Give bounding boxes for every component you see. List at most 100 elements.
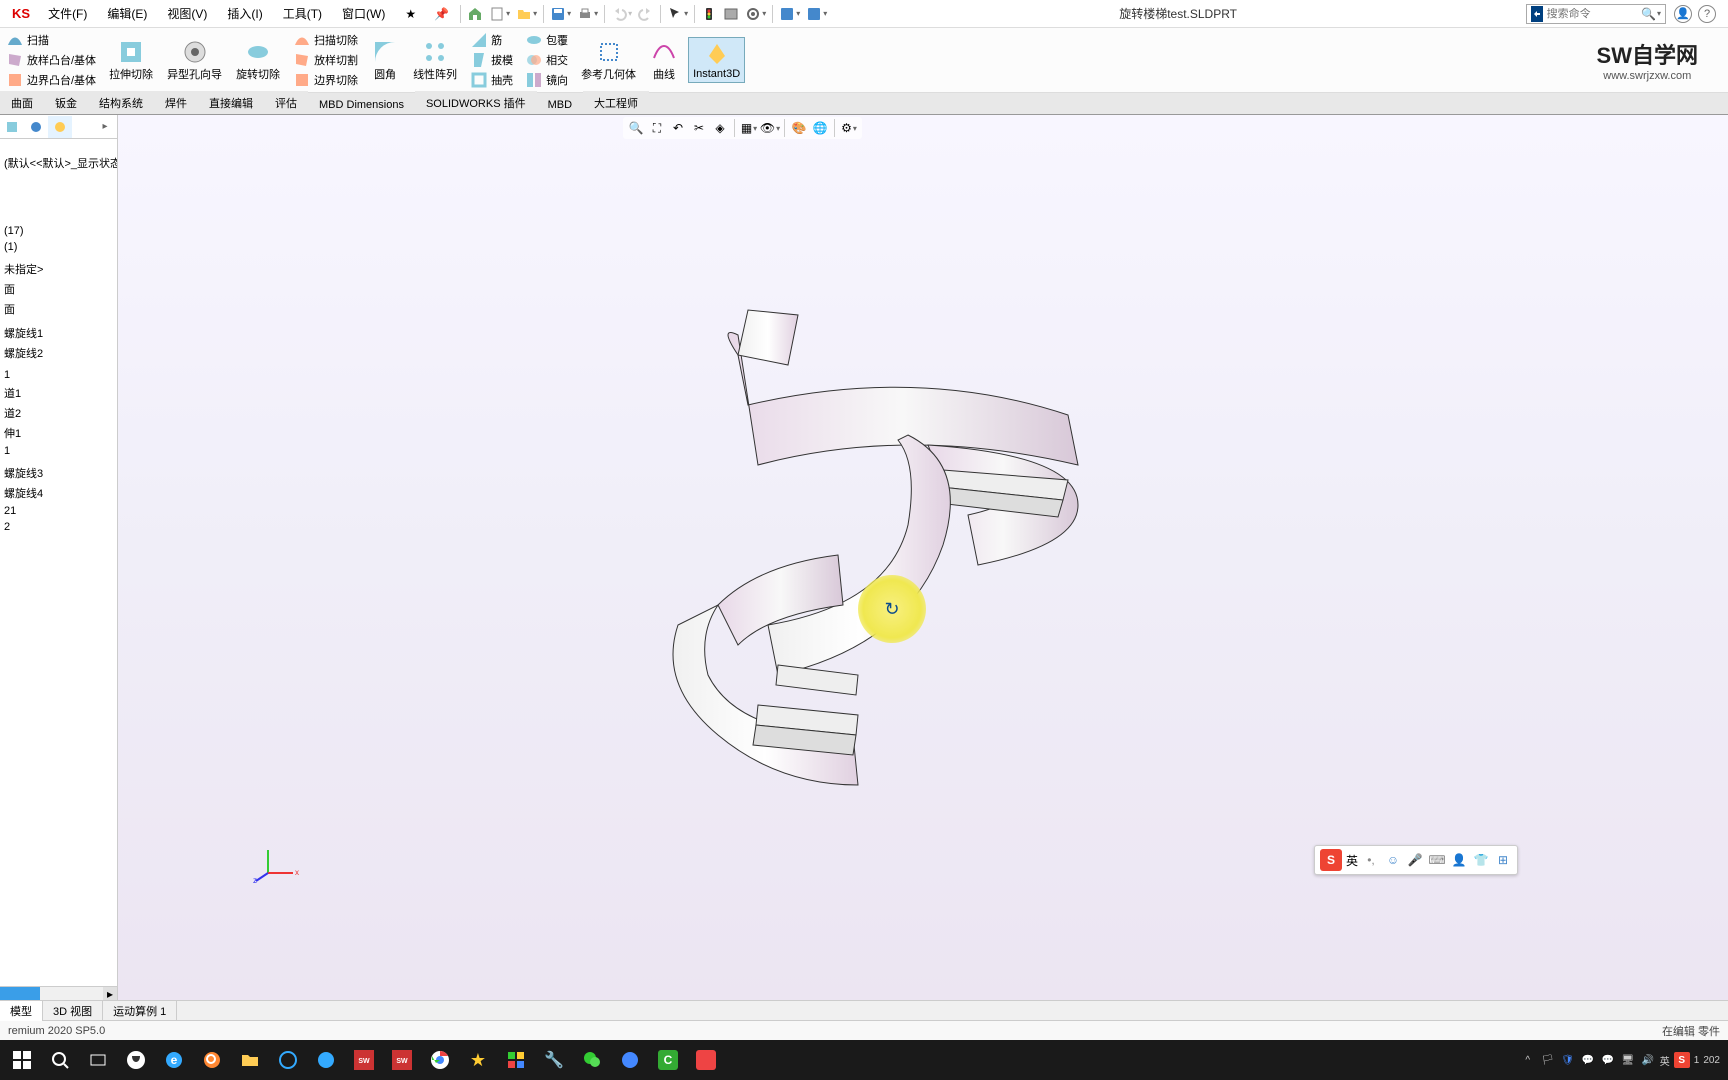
panel-tab-prop[interactable] — [24, 116, 48, 138]
ime-emoji-icon[interactable]: ☺ — [1384, 851, 1402, 869]
menu-edit[interactable]: 编辑(E) — [97, 0, 157, 27]
tree-item[interactable]: 1 — [0, 367, 117, 383]
draft-button[interactable]: 拔模 — [467, 50, 516, 70]
prev-view-icon[interactable]: ↶ — [669, 119, 687, 137]
menu-tools[interactable]: 工具(T) — [273, 0, 332, 27]
tab-directedit[interactable]: 直接编辑 — [198, 91, 264, 114]
sweep-button[interactable]: 扫描 — [3, 30, 99, 50]
app-star[interactable]: ★ — [460, 1042, 496, 1078]
tree-item[interactable]: (17) — [0, 223, 117, 239]
hole-wizard-button[interactable]: 异型孔向导 — [163, 36, 226, 84]
search-icon[interactable]: 🔍 — [1641, 7, 1656, 21]
app-copilot[interactable] — [118, 1042, 154, 1078]
view-orient-icon[interactable]: ◈ — [711, 119, 729, 137]
app-tools[interactable]: 🔧 — [536, 1042, 572, 1078]
app-sw2[interactable]: SW — [384, 1042, 420, 1078]
ime-toolbar[interactable]: S 英 •, ☺ 🎤 ⌨ 👤 👕 ⊞ — [1314, 845, 1518, 875]
tree-item[interactable]: 螺旋线4 — [0, 483, 117, 503]
tray-lang[interactable]: 英 — [1660, 1053, 1670, 1068]
tray-time[interactable]: 1 — [1694, 1055, 1700, 1066]
display-style-icon[interactable]: ▦▾ — [740, 119, 758, 137]
wrap-button[interactable]: 包覆 — [522, 30, 571, 50]
zoom-area-icon[interactable]: ⛶ — [648, 119, 666, 137]
extrude-cut-button[interactable]: 拉伸切除 — [105, 36, 157, 84]
menu-view[interactable]: 视图(V) — [157, 0, 217, 27]
tree-item[interactable]: 未指定> — [0, 259, 117, 279]
tray-vol-icon[interactable]: 🔊 — [1640, 1052, 1656, 1068]
app-sw1[interactable]: SW — [346, 1042, 382, 1078]
search-input[interactable] — [1547, 8, 1641, 20]
print-icon[interactable]: ▾ — [574, 2, 601, 26]
search-box[interactable]: 🔍▾ — [1526, 4, 1666, 24]
tray-shield-icon[interactable]: 🛡 — [1560, 1052, 1576, 1068]
ime-skin-icon[interactable]: 👕 — [1472, 851, 1490, 869]
app-search[interactable] — [194, 1042, 230, 1078]
app-wxwork[interactable] — [612, 1042, 648, 1078]
tree-item[interactable]: 面 — [0, 279, 117, 299]
tree-config[interactable]: (默认<<默认>_显示状态 — [0, 153, 117, 173]
app-edge[interactable] — [308, 1042, 344, 1078]
tree-item[interactable] — [0, 535, 117, 539]
scrollbar-h[interactable]: ▸ — [0, 986, 117, 1000]
save2-icon[interactable]: ▾ — [776, 2, 803, 26]
intersect-button[interactable]: 相交 — [522, 50, 571, 70]
app-ie[interactable]: e — [156, 1042, 192, 1078]
tree-item[interactable]: 螺旋线2 — [0, 343, 117, 363]
redo-icon[interactable] — [635, 2, 657, 26]
app-camtasia[interactable]: C — [650, 1042, 686, 1078]
ime-punct-icon[interactable]: •, — [1362, 851, 1380, 869]
tab-surface[interactable]: 曲面 — [0, 91, 44, 114]
revolve-cut-button[interactable]: 旋转切除 — [232, 36, 284, 84]
tray-monitor-icon[interactable]: 🖥 — [1620, 1052, 1636, 1068]
zoom-fit-icon[interactable]: 🔍 — [627, 119, 645, 137]
fillet-button[interactable]: 圆角 — [367, 36, 403, 84]
tab-model[interactable]: 模型 — [0, 1001, 43, 1021]
app-cortana[interactable] — [270, 1042, 306, 1078]
hide-show-icon[interactable]: 👁▾ — [761, 119, 779, 137]
appearance-icon[interactable]: 🎨 — [790, 119, 808, 137]
tab-addins[interactable]: SOLIDWORKS 插件 — [415, 91, 537, 114]
home-icon[interactable] — [464, 2, 486, 26]
tree-item[interactable]: 螺旋线3 — [0, 463, 117, 483]
boundary-button[interactable]: 边界凸台/基体 — [3, 70, 99, 90]
tree-item[interactable]: 21 — [0, 503, 117, 519]
ime-tool-icon[interactable]: ⊞ — [1494, 851, 1512, 869]
tab-motion[interactable]: 运动算例 1 — [103, 1001, 177, 1021]
menu-file[interactable]: 文件(F) — [38, 0, 97, 27]
tray-flag-icon[interactable]: 🏳 — [1540, 1052, 1556, 1068]
select-icon[interactable]: ▾ — [664, 2, 691, 26]
loft-cut-button[interactable]: 放样切割 — [290, 50, 361, 70]
ime-lang[interactable]: 英 — [1346, 852, 1358, 869]
shell-button[interactable]: 抽壳 — [467, 70, 516, 90]
tab-weldment[interactable]: 焊件 — [154, 91, 198, 114]
sweep-cut-button[interactable]: 扫描切除 — [290, 30, 361, 50]
tree-item[interactable]: 2 — [0, 519, 117, 535]
tree-item[interactable]: 1 — [0, 443, 117, 459]
instant3d-button[interactable]: Instant3D — [688, 37, 745, 83]
options-icon[interactable]: ▾ — [742, 2, 769, 26]
ime-user-icon[interactable]: 👤 — [1450, 851, 1468, 869]
tray-sogou-icon[interactable]: S — [1674, 1052, 1690, 1068]
save-icon[interactable]: ▾ — [547, 2, 574, 26]
undo-icon[interactable]: ▾ — [608, 2, 635, 26]
app-wechat[interactable] — [574, 1042, 610, 1078]
tray-year[interactable]: 202 — [1703, 1055, 1720, 1066]
tab-mbd[interactable]: MBD — [537, 95, 583, 114]
panel-tab-tree[interactable] — [0, 116, 24, 138]
tab-structure[interactable]: 结构系统 — [88, 91, 154, 114]
tab-sheetmetal[interactable]: 钣金 — [44, 91, 88, 114]
section-view-icon[interactable]: ✂ — [690, 119, 708, 137]
ref-geom-button[interactable]: 参考几何体 — [577, 36, 640, 84]
menu-star[interactable]: ★ — [395, 0, 426, 27]
open-icon[interactable]: ▾ — [513, 2, 540, 26]
mirror-button[interactable]: 镜向 — [522, 70, 571, 90]
tab-engineer[interactable]: 大工程师 — [583, 91, 649, 114]
sogou-icon[interactable]: S — [1320, 849, 1342, 871]
ime-keyboard-icon[interactable]: ⌨ — [1428, 851, 1446, 869]
menu-window[interactable]: 窗口(W) — [332, 0, 395, 27]
panel-tab-config[interactable] — [48, 116, 72, 138]
help-icon[interactable]: ? — [1698, 5, 1716, 23]
tree-item[interactable]: 面 — [0, 299, 117, 319]
viewport[interactable]: 🔍 ⛶ ↶ ✂ ◈ ▦▾ 👁▾ 🎨 🌐 ⚙▾ — [118, 115, 1728, 1000]
rib-button[interactable]: 筋 — [467, 30, 516, 50]
